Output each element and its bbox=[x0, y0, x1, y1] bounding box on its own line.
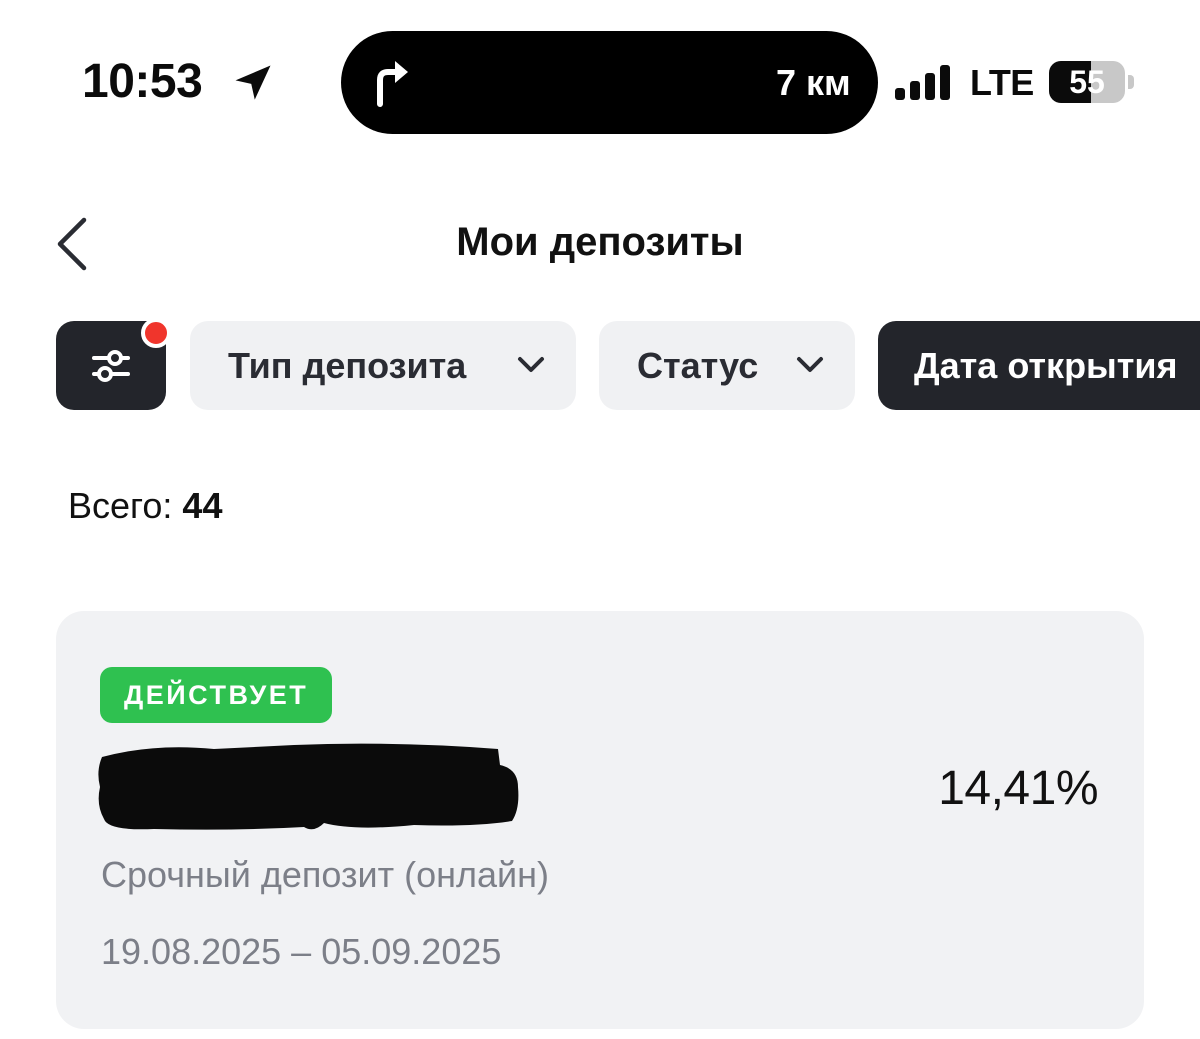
chevron-down-icon bbox=[518, 357, 544, 372]
redacted-deposit-name bbox=[98, 743, 519, 830]
interest-rate: 14,41% bbox=[938, 762, 1098, 815]
sliders-icon bbox=[92, 350, 130, 382]
filter-chip-status[interactable]: Статус bbox=[599, 321, 855, 410]
status-badge: ДЕЙСТВУЕТ bbox=[100, 667, 333, 723]
total-value: 44 bbox=[182, 485, 223, 526]
filter-chip-deposit-type[interactable]: Тип депозита bbox=[190, 321, 576, 410]
filter-chip-open-date[interactable]: Дата открытия bbox=[878, 321, 1200, 410]
total-label: Всего: bbox=[68, 485, 173, 526]
battery-cap bbox=[1128, 75, 1134, 89]
status-time: 10:53 bbox=[82, 55, 203, 108]
battery-icon: 55 bbox=[1049, 61, 1135, 103]
deposit-period: 19.08.2025 – 05.09.2025 bbox=[101, 931, 502, 972]
filter-chip-label: Дата открытия bbox=[914, 344, 1178, 386]
navigation-distance: 7 км bbox=[776, 62, 851, 103]
total-count: Всего: 44 bbox=[68, 485, 222, 527]
deposit-type: Срочный депозит (онлайн) bbox=[101, 854, 550, 895]
page-title: Мои депозиты bbox=[456, 220, 744, 264]
turn-right-arrow-icon bbox=[377, 61, 408, 107]
cellular-signal-icon bbox=[895, 65, 950, 100]
deposit-card[interactable]: ДЕЙСТВУЕТ 14,41% Срочный депозит (онлайн… bbox=[56, 611, 1144, 1029]
location-arrow-icon bbox=[235, 65, 271, 100]
battery-level: 55 bbox=[1069, 64, 1105, 100]
notification-dot bbox=[141, 318, 171, 348]
network-type: LTE bbox=[970, 62, 1034, 103]
filter-chip-label: Статус bbox=[637, 344, 759, 386]
filter-chip-label: Тип депозита bbox=[228, 344, 467, 386]
chevron-down-icon bbox=[797, 357, 823, 372]
